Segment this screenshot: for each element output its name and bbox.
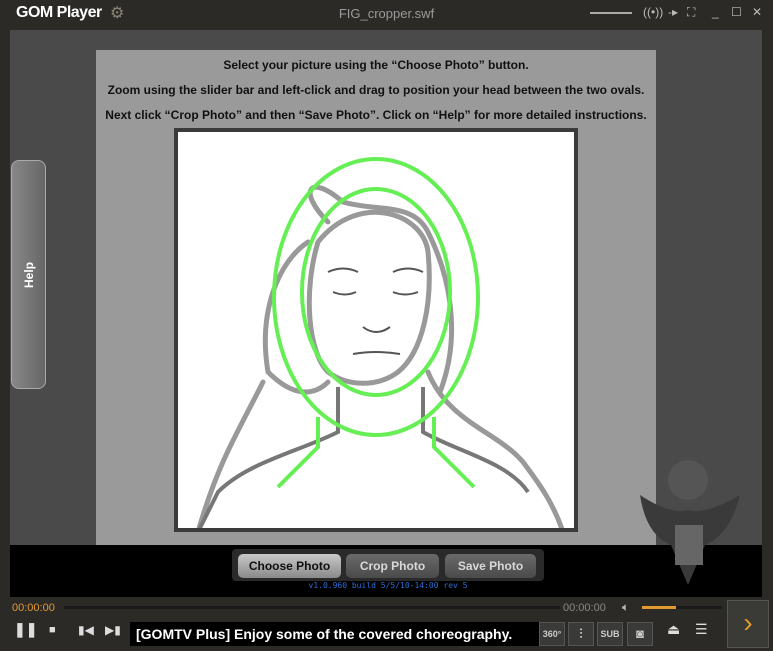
maximize-icon[interactable]: ☐ — [731, 5, 742, 19]
expand-playlist-chevron-icon[interactable]: › — [727, 600, 769, 648]
instruction-2: Zoom using the slider bar and left-click… — [107, 83, 645, 97]
face-guide-illustration — [195, 157, 566, 535]
help-label: Help — [21, 261, 36, 288]
subtitle-button[interactable]: SUB — [597, 622, 623, 646]
volume-icon[interactable]: 🔈︎ — [622, 600, 629, 615]
camera-icon[interactable]: ◙ — [627, 622, 653, 646]
help-tab[interactable]: Help — [11, 160, 46, 389]
save-photo-button[interactable]: Save Photo — [445, 554, 536, 578]
360-button[interactable]: 360° — [539, 622, 565, 646]
seek-bar[interactable] — [64, 606, 560, 609]
instruction-3: Next click “Crop Photo” and then “Save P… — [105, 108, 647, 122]
instruction-1: Select your picture using the “Choose Ph… — [223, 58, 529, 72]
pin-icon[interactable]: -▸ — [668, 5, 678, 19]
eject-icon[interactable]: ⏏ — [667, 621, 680, 638]
right-edge — [762, 30, 773, 597]
close-icon[interactable]: ✕ — [752, 5, 762, 19]
broadcast-icon[interactable]: ((•)) — [643, 5, 663, 19]
minimize-icon[interactable]: _ — [712, 5, 719, 19]
volume-level — [642, 606, 677, 609]
version-label: v1.0.960 build 5/5/10-14:00 rev 5 — [308, 581, 468, 590]
menu-icon[interactable]: ☰ — [695, 621, 708, 638]
fullscreen-icon[interactable]: ⛶ — [687, 5, 695, 20]
total-time: 00:00:00 — [563, 602, 606, 614]
stop-icon[interactable]: ■ — [49, 624, 56, 636]
crop-photo-button[interactable]: Crop Photo — [346, 554, 439, 578]
choose-photo-button[interactable]: Choose Photo — [238, 554, 341, 578]
photo-frame[interactable] — [174, 128, 578, 535]
next-track-icon[interactable]: ▶▮ — [105, 623, 121, 637]
previous-icon[interactable]: ▮◀ — [78, 623, 94, 637]
pause-icon[interactable]: ❚❚ — [14, 621, 37, 638]
seal-watermark — [640, 460, 740, 585]
elapsed-time: 00:00:00 — [12, 602, 55, 614]
equalizer-icon[interactable]: ⫶ — [568, 622, 594, 646]
news-ticker[interactable]: [GOMTV Plus] Enjoy some of the covered c… — [130, 622, 540, 646]
opacity-slider[interactable] — [590, 12, 632, 14]
